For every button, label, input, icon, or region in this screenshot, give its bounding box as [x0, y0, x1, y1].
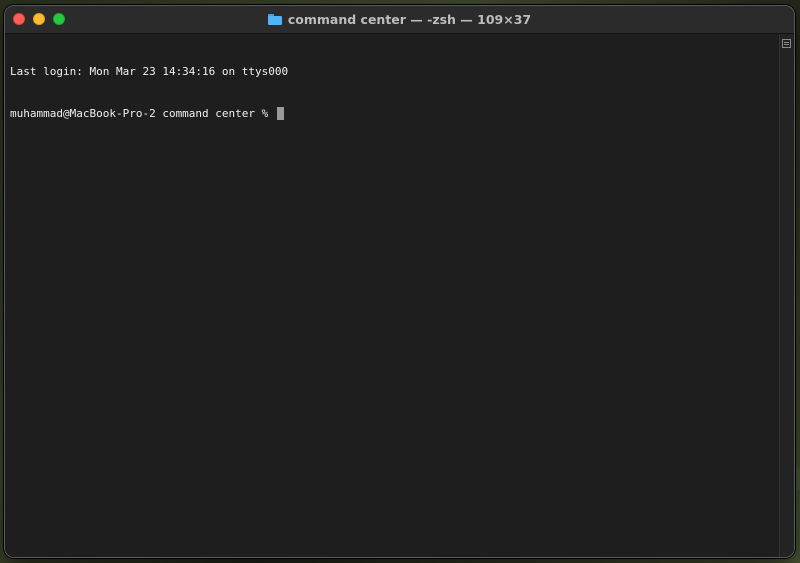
title-bar[interactable]: command center — -zsh — 109×37	[5, 6, 794, 34]
scroll-marker-icon[interactable]	[782, 39, 791, 48]
terminal-window: command center — -zsh — 109×37 Last logi…	[4, 5, 795, 558]
terminal-line-last-login: Last login: Mon Mar 23 14:34:16 on ttys0…	[10, 65, 289, 78]
window-title: command center — -zsh — 109×37	[287, 12, 532, 27]
prompt-text: muhammad@MacBook-Pro-2 command center %	[10, 107, 275, 120]
window-title-container: command center — -zsh — 109×37	[5, 6, 794, 33]
terminal-content[interactable]: Last login: Mon Mar 23 14:34:16 on ttys0…	[5, 34, 780, 557]
terminal-line-prompt: muhammad@MacBook-Pro-2 command center %	[10, 107, 775, 121]
folder-icon	[267, 14, 282, 25]
text-cursor	[276, 107, 284, 120]
vertical-scrollbar[interactable]	[779, 34, 794, 557]
